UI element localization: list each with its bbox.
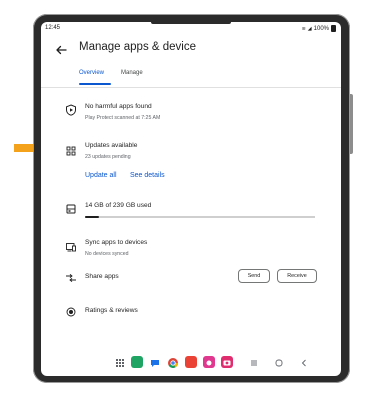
tabs-divider <box>41 87 341 88</box>
navigation-bar <box>41 352 341 376</box>
sync-title: Sync apps to devices <box>85 239 148 246</box>
share-label: Share apps <box>85 273 119 280</box>
battery-icon <box>331 25 336 32</box>
protect-subtitle: Play Protect scanned at 7:25 AM <box>85 115 161 121</box>
see-details-button[interactable]: See details <box>130 172 165 179</box>
apps-drawer-icon[interactable] <box>115 358 125 368</box>
page-title: Manage apps & device <box>79 41 196 53</box>
camera-icon[interactable] <box>221 356 233 368</box>
tab-bar: Overview Manage <box>41 66 341 88</box>
ratings-label: Ratings & reviews <box>85 307 138 314</box>
tab-manage[interactable]: Manage <box>121 70 143 76</box>
play-protect-icon <box>66 104 76 116</box>
storage-label: 14 GB of 239 GB used <box>85 202 152 209</box>
phone-screen: 12:45 ≋ ◢ 100% Manage apps & device Over… <box>41 22 341 376</box>
update-all-button[interactable]: Update all <box>85 172 117 179</box>
status-bar: 12:45 ≋ ◢ 100% <box>41 22 341 36</box>
storage-icon <box>66 204 76 214</box>
wifi-icon: ≋ <box>301 25 306 32</box>
apps-grid-icon <box>66 146 76 156</box>
storage-bar-fill <box>85 215 99 218</box>
status-indicators: ≋ ◢ 100% <box>302 25 336 32</box>
phone-icon[interactable] <box>131 356 143 368</box>
send-button[interactable]: Send <box>238 269 270 283</box>
recents-button[interactable] <box>249 358 259 368</box>
receive-button[interactable]: Receive <box>277 269 317 283</box>
tab-overview[interactable]: Overview <box>79 70 104 76</box>
messages-icon[interactable] <box>149 356 161 368</box>
back-arrow-icon[interactable] <box>53 42 69 58</box>
active-tab-indicator <box>79 83 111 85</box>
updates-subtitle: 23 updates pending <box>85 154 131 160</box>
app-bar: Manage apps & device <box>41 36 341 66</box>
protect-title: No harmful apps found <box>85 103 152 110</box>
share-arrows-icon <box>66 273 76 283</box>
signal-icon: ◢ <box>307 25 312 32</box>
updates-title: Updates available <box>85 142 138 149</box>
storage-bar <box>85 215 315 218</box>
chrome-icon[interactable] <box>167 356 179 368</box>
galaxy-store-icon[interactable] <box>203 356 215 368</box>
ratings-icon <box>66 307 76 317</box>
sync-subtitle: No devices synced <box>85 251 129 257</box>
status-time: 12:45 <box>45 25 61 31</box>
devices-icon <box>66 243 76 252</box>
back-button[interactable] <box>299 358 309 368</box>
home-button[interactable] <box>274 358 284 368</box>
battery-percent: 100% <box>313 25 329 32</box>
play-store-icon[interactable] <box>185 356 197 368</box>
